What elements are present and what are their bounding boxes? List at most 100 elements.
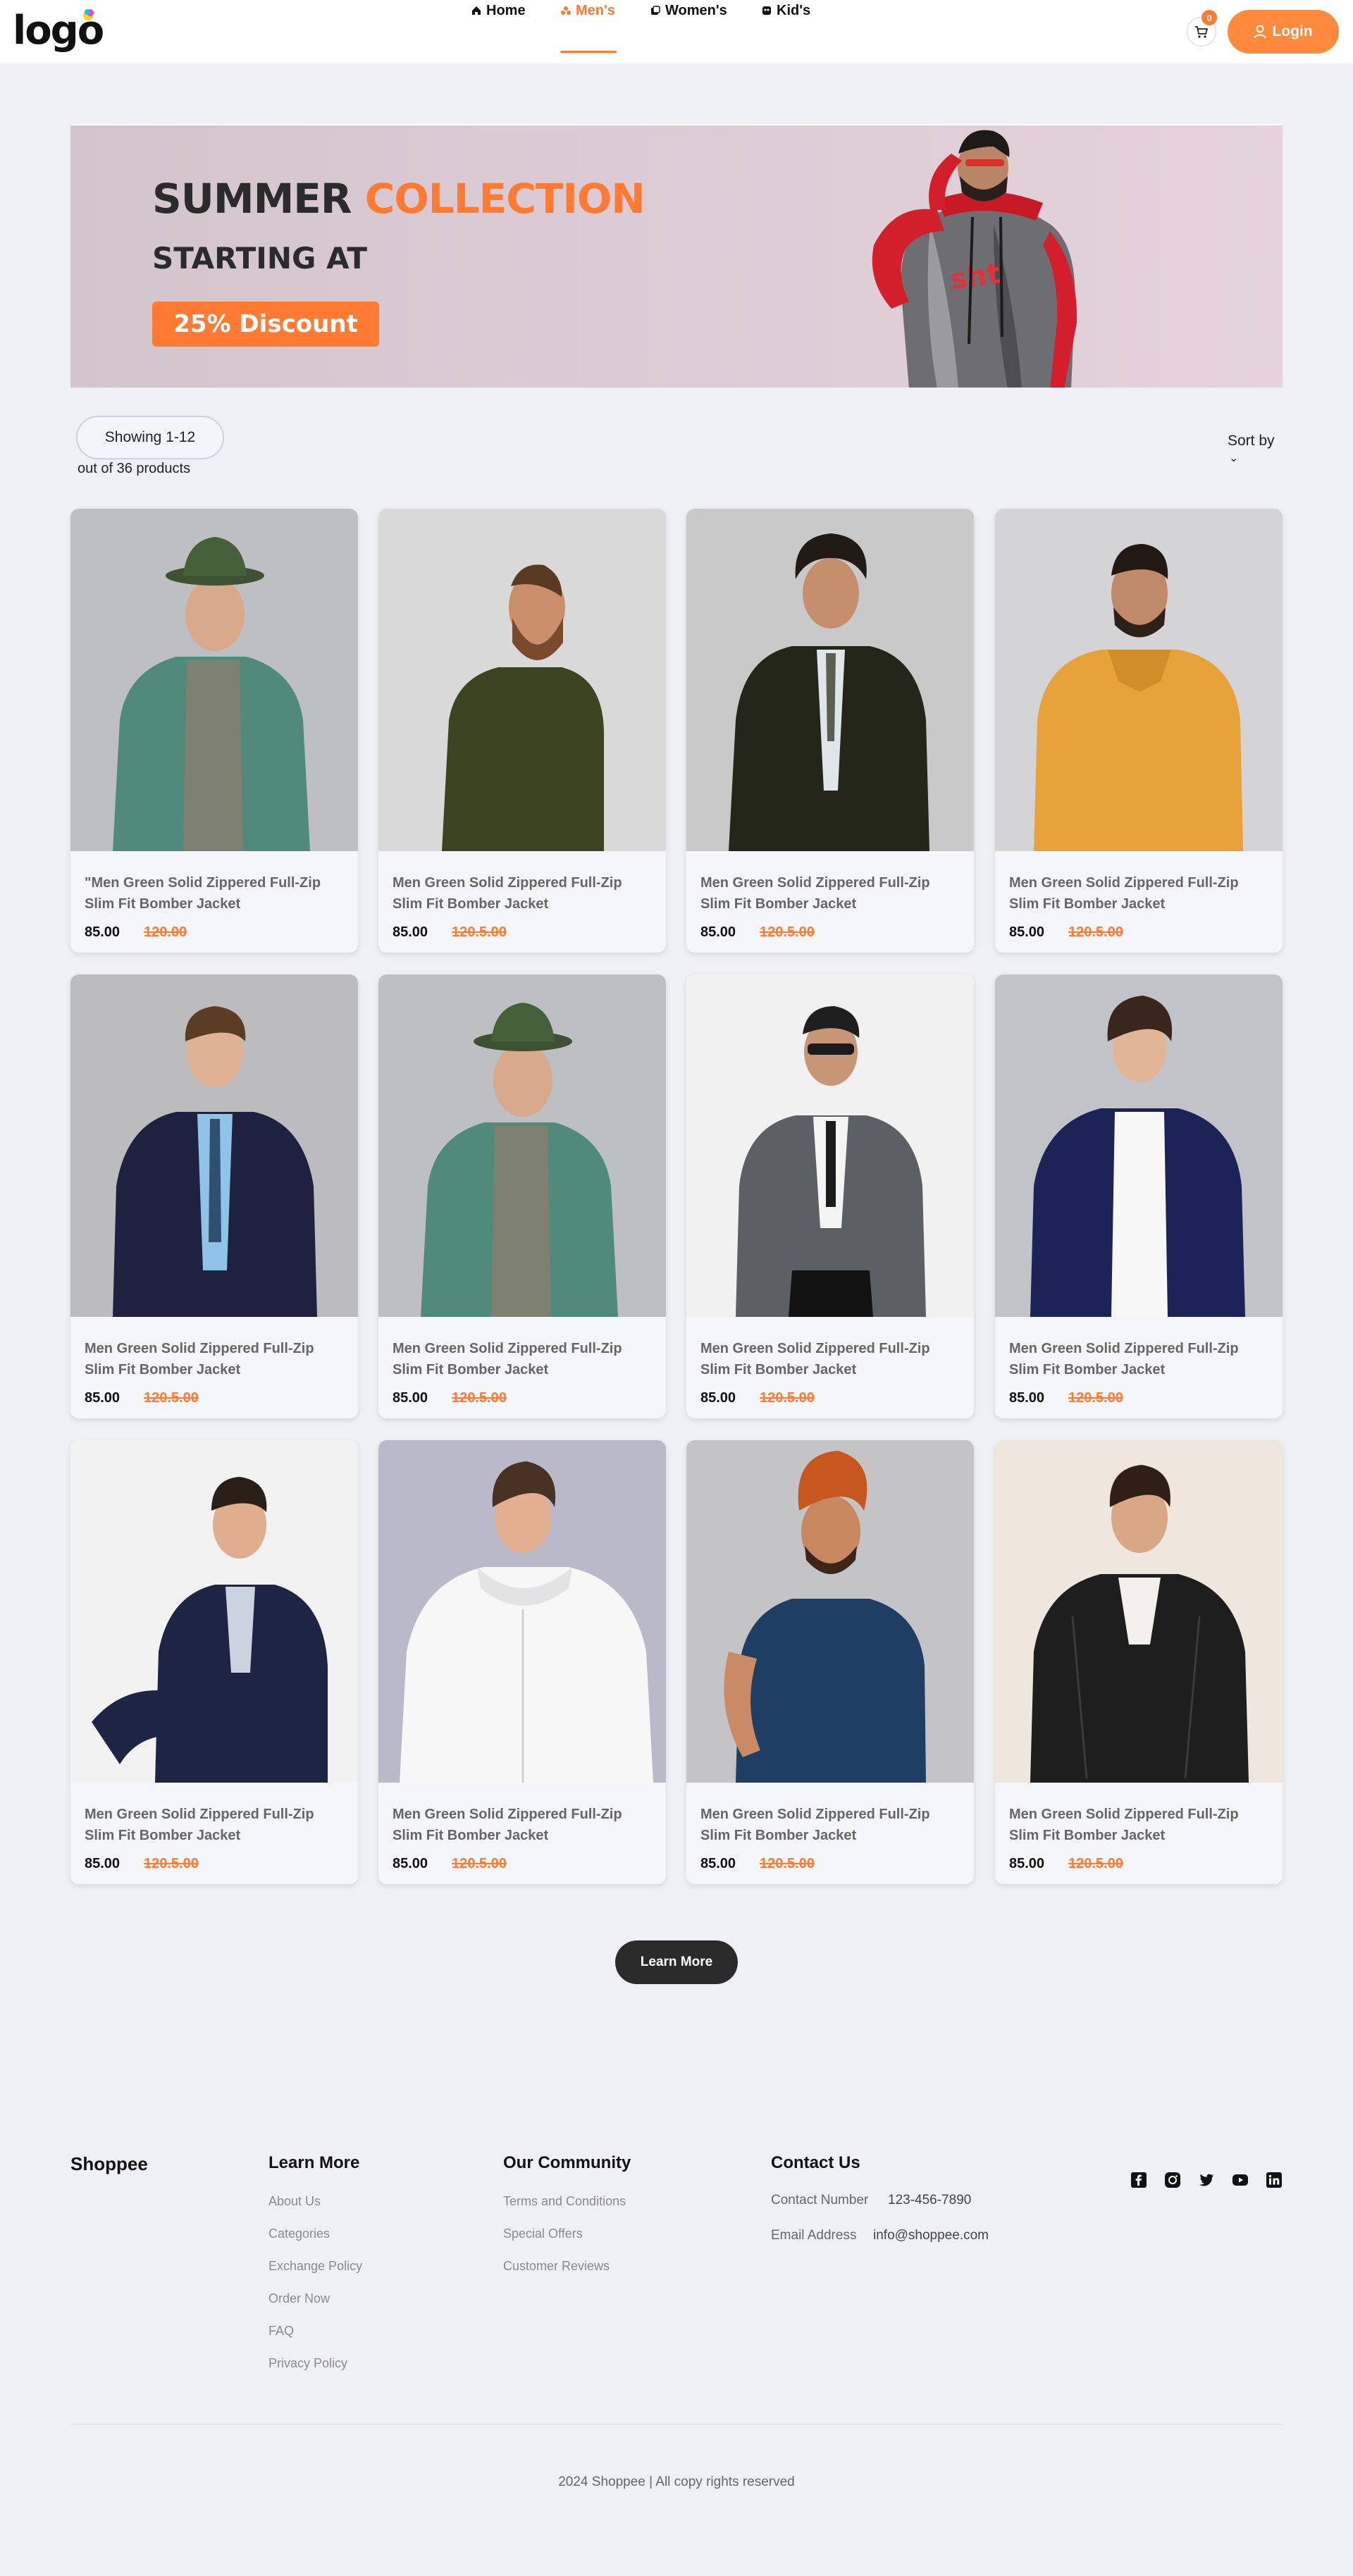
product-card[interactable]: Men Green Solid Zippered Full-Zip Slim F… xyxy=(686,974,974,1418)
product-price: 85.00 xyxy=(393,924,428,940)
banner-title-part1: SUMMER xyxy=(152,175,352,223)
product-title[interactable]: Men Green Solid Zippered Full-Zip Slim F… xyxy=(85,1804,347,1846)
footer-link-exchange-policy[interactable]: Exchange Policy xyxy=(268,2259,362,2274)
copyright-text: 2024 Shoppee | All copy rights reserved xyxy=(558,2475,795,2489)
product-image[interactable] xyxy=(70,1440,358,1783)
product-card[interactable]: Men Green Solid Zippered Full-Zip Slim F… xyxy=(995,509,1283,953)
product-title[interactable]: Men Green Solid Zippered Full-Zip Slim F… xyxy=(393,1804,655,1846)
product-image[interactable] xyxy=(378,1440,666,1783)
kids-icon xyxy=(762,6,771,15)
product-old-price: 120.5.00 xyxy=(452,1856,507,1871)
product-price: 85.00 xyxy=(85,924,121,940)
product-title[interactable]: Men Green Solid Zippered Full-Zip Slim F… xyxy=(700,1338,963,1380)
product-card[interactable]: Men Green Solid Zippered Full-Zip Slim F… xyxy=(995,1440,1283,1884)
product-title[interactable]: Men Green Solid Zippered Full-Zip Slim F… xyxy=(393,872,655,915)
product-old-price: 120.5.00 xyxy=(760,924,815,940)
footer-divider xyxy=(70,2424,1283,2425)
footer-link-privacy[interactable]: Privacy Policy xyxy=(268,2356,347,2371)
banner-discount-badge: 25% Discount xyxy=(152,302,379,347)
footer-contact-title: Contact Us xyxy=(771,2153,860,2172)
footer-link-special-offers[interactable]: Special Offers xyxy=(503,2227,583,2241)
product-card[interactable]: Men Green Solid Zippered Full-Zip Slim F… xyxy=(70,1440,358,1884)
product-card[interactable]: Men Green Solid Zippered Full-Zip Slim F… xyxy=(70,974,358,1418)
nav-womens[interactable]: Women's xyxy=(650,0,727,21)
learn-more-button[interactable]: Learn More xyxy=(615,1940,738,1984)
product-image[interactable] xyxy=(995,974,1283,1317)
product-image[interactable] xyxy=(70,974,358,1317)
product-image[interactable] xyxy=(686,1440,974,1783)
product-card[interactable]: Men Green Solid Zippered Full-Zip Slim F… xyxy=(686,509,974,953)
men-icon xyxy=(561,6,571,15)
product-image[interactable] xyxy=(70,509,358,851)
nav-kids[interactable]: Kid's xyxy=(761,0,810,21)
twitter-icon[interactable] xyxy=(1198,2172,1215,2188)
instagram-icon[interactable] xyxy=(1164,2172,1181,2188)
footer-brand: Shoppee xyxy=(70,2153,148,2174)
nav-home[interactable]: Home xyxy=(471,0,526,21)
product-image[interactable] xyxy=(378,974,666,1317)
product-card[interactable]: Men Green Solid Zippered Full-Zip Slim F… xyxy=(995,974,1283,1418)
product-price: 85.00 xyxy=(1009,1390,1045,1406)
product-old-price: 120.5.00 xyxy=(760,1856,815,1871)
login-label: Login xyxy=(1272,23,1313,39)
footer-link-faq[interactable]: FAQ xyxy=(268,2324,294,2339)
svg-text:sht: sht xyxy=(948,257,1002,296)
product-price: 85.00 xyxy=(1009,1856,1045,1871)
product-price: 85.00 xyxy=(393,1856,428,1871)
linkedin-icon[interactable] xyxy=(1266,2172,1283,2188)
product-card[interactable]: Men Green Solid Zippered Full-Zip Slim F… xyxy=(378,509,666,953)
youtube-icon[interactable] xyxy=(1232,2172,1249,2188)
footer-link-about[interactable]: About Us xyxy=(268,2194,321,2209)
sort-by-dropdown[interactable]: Sort by xyxy=(1228,433,1275,450)
women-icon xyxy=(651,6,660,15)
product-card[interactable]: Men Green Solid Zippered Full-Zip Slim F… xyxy=(686,1440,974,1884)
footer-email-label: Email Address xyxy=(771,2228,857,2243)
product-total-count: out of 36 products xyxy=(78,461,191,476)
footer-email[interactable]: info@shoppee.com xyxy=(873,2228,989,2243)
product-card[interactable]: Men Green Solid Zippered Full-Zip Slim F… xyxy=(378,974,666,1418)
nav-mens[interactable]: Men's xyxy=(560,0,615,21)
product-price: 85.00 xyxy=(1009,924,1045,940)
product-title[interactable]: "Men Green Solid Zippered Full-Zip Slim … xyxy=(85,872,347,915)
product-old-price: 120.00 xyxy=(144,924,187,940)
facebook-icon[interactable] xyxy=(1130,2172,1147,2188)
product-image[interactable] xyxy=(995,1440,1283,1783)
product-image[interactable] xyxy=(686,509,974,851)
login-button[interactable]: Login xyxy=(1228,10,1339,54)
nav-active-underline xyxy=(560,51,617,53)
product-old-price: 120.5.00 xyxy=(144,1856,199,1871)
product-price: 85.00 xyxy=(700,1390,736,1406)
promo-banner[interactable]: SUMMER COLLECTION STARTING AT 25% Discou… xyxy=(70,124,1283,388)
product-old-price: 120.5.00 xyxy=(1068,924,1123,940)
footer-link-reviews[interactable]: Customer Reviews xyxy=(503,2259,610,2274)
product-title[interactable]: Men Green Solid Zippered Full-Zip Slim F… xyxy=(700,1804,963,1846)
product-image[interactable] xyxy=(995,509,1283,851)
user-icon xyxy=(1254,25,1266,39)
product-price: 85.00 xyxy=(85,1390,121,1406)
site-header: logo Home Men's Women's Kid's 0 Login xyxy=(0,0,1353,63)
product-old-price: 120.5.00 xyxy=(452,924,507,940)
banner-subtitle: STARTING AT xyxy=(152,241,368,275)
product-title[interactable]: Men Green Solid Zippered Full-Zip Slim F… xyxy=(1009,1338,1271,1380)
showing-range-pill: Showing 1-12 xyxy=(76,416,224,459)
product-image[interactable] xyxy=(686,974,974,1317)
home-icon xyxy=(472,6,481,15)
product-title[interactable]: Men Green Solid Zippered Full-Zip Slim F… xyxy=(85,1338,347,1380)
product-title[interactable]: Men Green Solid Zippered Full-Zip Slim F… xyxy=(1009,1804,1271,1846)
chevron-down-icon[interactable]: ⌄ xyxy=(1229,451,1238,465)
product-title[interactable]: Men Green Solid Zippered Full-Zip Slim F… xyxy=(700,872,963,915)
product-title[interactable]: Men Green Solid Zippered Full-Zip Slim F… xyxy=(1009,872,1271,915)
product-card[interactable]: Men Green Solid Zippered Full-Zip Slim F… xyxy=(378,1440,666,1884)
product-title[interactable]: Men Green Solid Zippered Full-Zip Slim F… xyxy=(393,1338,655,1380)
product-old-price: 120.5.00 xyxy=(452,1390,507,1406)
product-card[interactable]: "Men Green Solid Zippered Full-Zip Slim … xyxy=(70,509,358,953)
footer-link-categories[interactable]: Categories xyxy=(268,2227,330,2241)
nav-mens-label: Men's xyxy=(576,2,615,18)
footer-link-order-now[interactable]: Order Now xyxy=(268,2291,330,2306)
product-image[interactable] xyxy=(378,509,666,851)
product-old-price: 120.5.00 xyxy=(144,1390,199,1406)
footer-community-title: Our Community xyxy=(503,2153,631,2172)
footer-link-terms[interactable]: Terms and Conditions xyxy=(503,2194,626,2209)
footer-contact-number[interactable]: 123-456-7890 xyxy=(888,2193,971,2208)
product-old-price: 120.5.00 xyxy=(760,1390,815,1406)
